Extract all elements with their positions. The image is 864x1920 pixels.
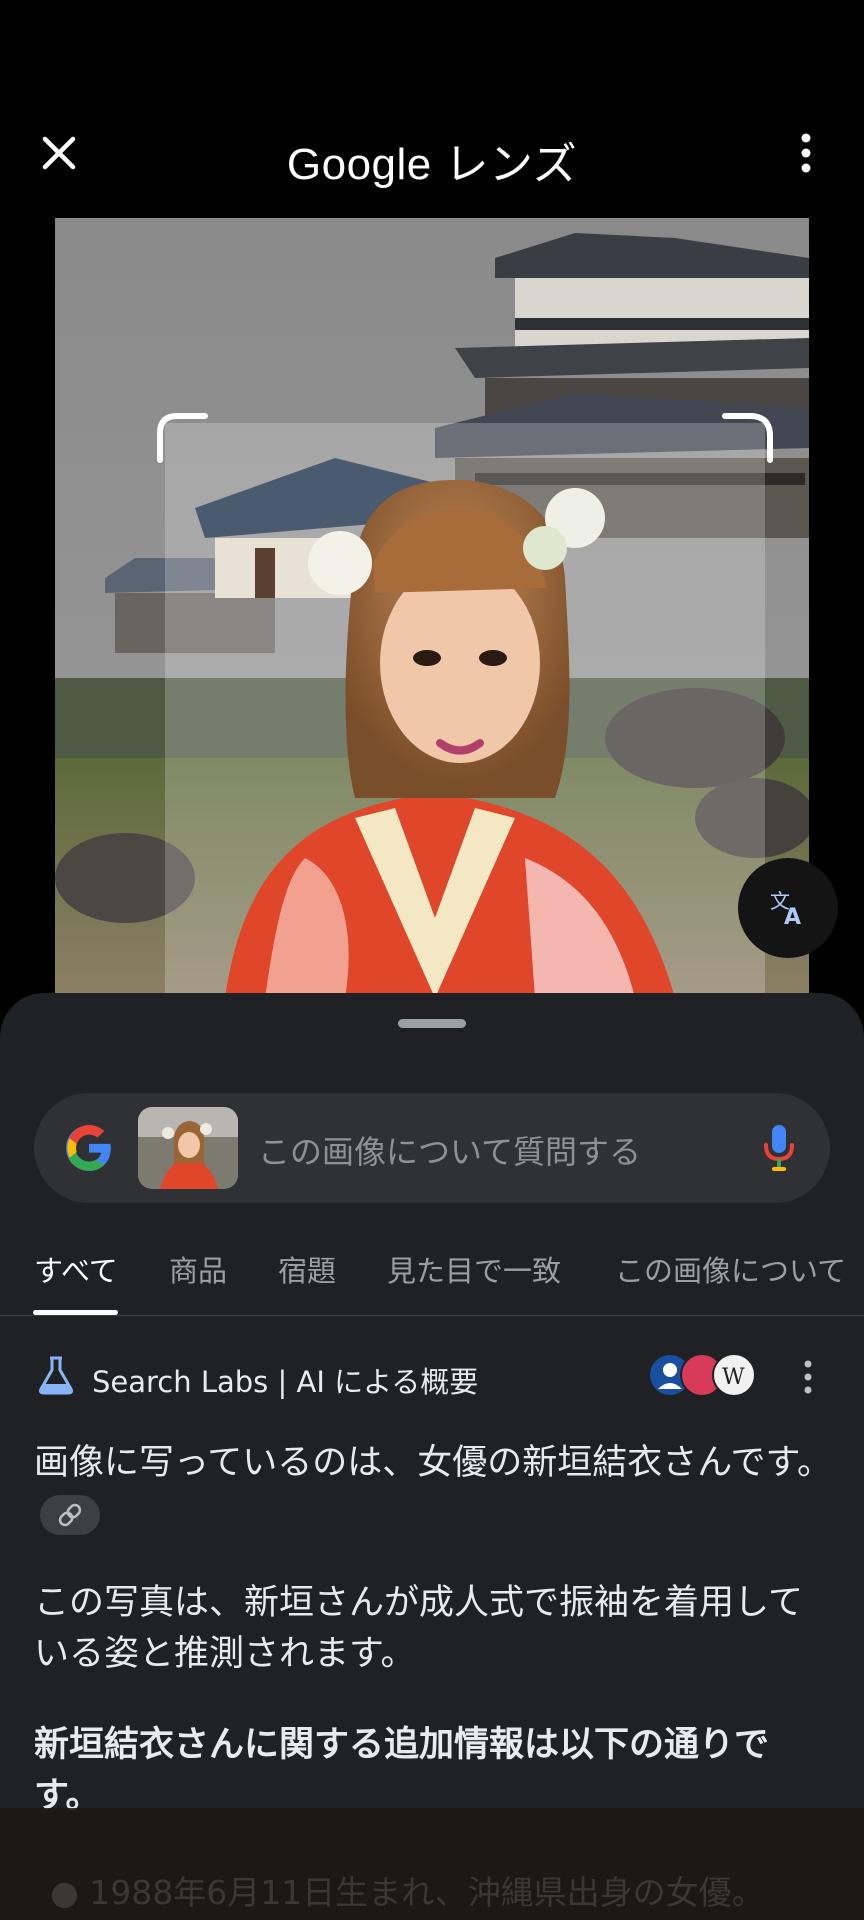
title-suffix: レンズ xyxy=(444,140,578,189)
mic-icon[interactable] xyxy=(762,1123,796,1173)
search-input[interactable]: この画像について質問する xyxy=(258,1127,641,1173)
results-sheet: この画像について質問する すべて 商品 宿題 見た目で一致 この画像について S… xyxy=(0,993,864,1920)
tab-homework[interactable]: 宿題 xyxy=(278,1248,336,1290)
paragraph-1-text: 画像に写っているのは、女優の新垣結衣さんです。 xyxy=(34,1443,833,1483)
ai-overview-bullet-1: ● 1988年6月11日生まれ、沖縄県出身の女優。 xyxy=(50,1873,765,1912)
svg-text:A: A xyxy=(784,905,801,928)
page-title: Google レンズ xyxy=(0,128,864,192)
google-g-icon xyxy=(66,1125,111,1171)
bullet-1-text: 1988年6月11日生まれ、沖縄県出身の女優。 xyxy=(89,1873,765,1912)
more-vert-icon xyxy=(801,133,811,173)
drag-handle[interactable] xyxy=(398,1019,466,1028)
lens-image[interactable] xyxy=(55,218,809,998)
ai-overview-paragraph-2: この写真は、新垣さんが成人式で振袖を着用している姿と推測されます。 xyxy=(34,1583,803,1674)
tab-about-image[interactable]: この画像について xyxy=(615,1248,846,1290)
result-tabs: すべて 商品 宿題 見た目で一致 この画像について xyxy=(0,1238,864,1316)
more-options-button[interactable] xyxy=(786,130,826,176)
ai-overview-title: Search Labs | AI による概要 xyxy=(92,1365,479,1399)
tab-products[interactable]: 商品 xyxy=(169,1248,227,1290)
tab-all[interactable]: すべて xyxy=(34,1248,118,1290)
top-bar: Google レンズ xyxy=(0,0,864,215)
source-avatar-wikipedia[interactable]: W xyxy=(712,1353,756,1397)
search-bar[interactable]: この画像について質問する xyxy=(34,1093,830,1203)
translate-button[interactable]: 文 A xyxy=(738,858,838,958)
tab-visual-matches[interactable]: 見た目で一致 xyxy=(387,1248,561,1290)
more-vert-icon[interactable] xyxy=(800,1359,816,1395)
ai-overview-header: Search Labs | AI による概要 W xyxy=(34,1353,834,1403)
query-image-thumbnail[interactable] xyxy=(138,1107,238,1189)
citation-link-button[interactable] xyxy=(40,1495,100,1535)
source-avatars[interactable]: W xyxy=(648,1353,758,1399)
ai-overview-paragraph-3: 新垣結衣さんに関する追加情報は以下の通りです。 xyxy=(34,1725,770,1816)
title-brand: Google xyxy=(286,140,432,189)
link-icon xyxy=(58,1503,82,1527)
flask-icon xyxy=(38,1356,74,1395)
ai-overview-paragraph-1: 画像に写っているのは、女優の新垣結衣さんです。 xyxy=(34,1438,834,1540)
translate-icon: 文 A xyxy=(770,889,801,928)
svg-text:W: W xyxy=(722,1365,745,1390)
active-tab-indicator xyxy=(33,1310,118,1315)
